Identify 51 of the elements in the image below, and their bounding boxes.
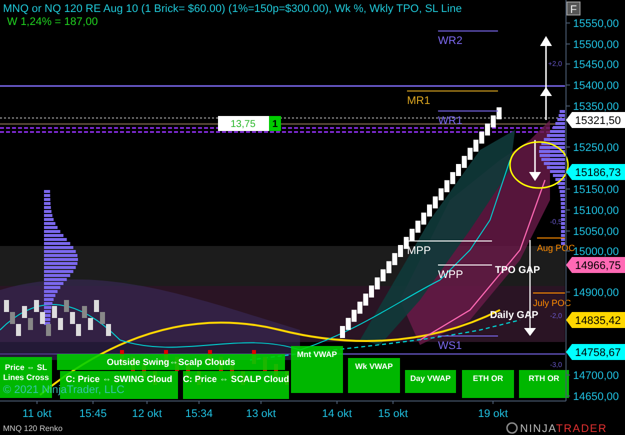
time-axis-label: 19 okt [478, 408, 508, 420]
level-label: WS1 [438, 340, 462, 352]
position-value: 13,75 [218, 116, 269, 131]
indicator-label: Day VWAP [405, 370, 456, 393]
level-line [438, 30, 498, 32]
brand-logo: NINJATRADER [506, 422, 608, 435]
time-axis-label: 11 okt [22, 408, 52, 420]
price-axis-label: 14900,00 [573, 287, 619, 299]
indicator-label: C: Price ⇔ SCALP Cloud [182, 371, 290, 399]
price-axis-label: 15500,00 [573, 39, 619, 51]
price-flag: 14758,67 [566, 344, 625, 360]
level-line [438, 110, 498, 112]
panel-button[interactable]: F [566, 2, 580, 16]
time-axis-label: 15:45 [79, 408, 107, 420]
indicator-label: ETH OR [462, 370, 514, 398]
level-label: WR2 [438, 35, 462, 47]
time-axis-label: 14 okt [322, 408, 352, 420]
price-axis-label: 15150,00 [573, 184, 619, 196]
level-label: Aug POC [537, 243, 576, 253]
indicator-label: Mnt VWAP [291, 346, 343, 393]
price-axis-label: 14650,00 [573, 391, 619, 403]
price-axis-label: 14700,00 [573, 370, 619, 382]
price-axis-label: 15450,00 [573, 59, 619, 71]
time-axis-label: 12 okt [132, 408, 162, 420]
ellipse-drawing [509, 141, 569, 189]
price-axis-label: 15050,00 [573, 226, 619, 238]
price-flag: 14835,42 [566, 312, 625, 328]
time-axis-label: 13 okt [246, 408, 276, 420]
price-flag: 15186,73 [566, 164, 625, 180]
instrument-label: MNQ 120 Renko [3, 424, 63, 433]
price-axis-label: 15100,00 [573, 205, 619, 217]
level-line [438, 264, 492, 266]
price-axis-label: 15350,00 [573, 101, 619, 113]
level-label: MR1 [407, 95, 430, 107]
time-axis-label: 15 okt [378, 408, 408, 420]
price-flag: 14966,75 [566, 257, 625, 273]
price-axis-label: 15000,00 [573, 246, 619, 258]
level-line [532, 292, 566, 294]
price-axis-label: 15400,00 [573, 80, 619, 92]
arrow-drawing [529, 140, 541, 181]
level-label: MPP [407, 245, 431, 257]
price-axis-label: 15550,00 [573, 18, 619, 30]
indicator-label: Outside Swing⇔Scalp Clouds [57, 354, 285, 370]
chart-title: MNQ or NQ 120 RE Aug 10 (1 Brick= $60.00) (1%=150p=$300.00), Wk %, Wkly TPO, SL Line [3, 3, 462, 15]
time-axis-label: 15:34 [185, 408, 213, 420]
indicator-label: RTH OR [519, 370, 569, 398]
indicator-label: Wk VWAP [348, 358, 400, 393]
position-quantity: 1 [269, 116, 281, 131]
price-flag: 15321,50 [566, 112, 625, 128]
price-axis-label: 15250,00 [573, 142, 619, 154]
chart-subtitle: W 1,24% = 187,00 [7, 16, 98, 28]
